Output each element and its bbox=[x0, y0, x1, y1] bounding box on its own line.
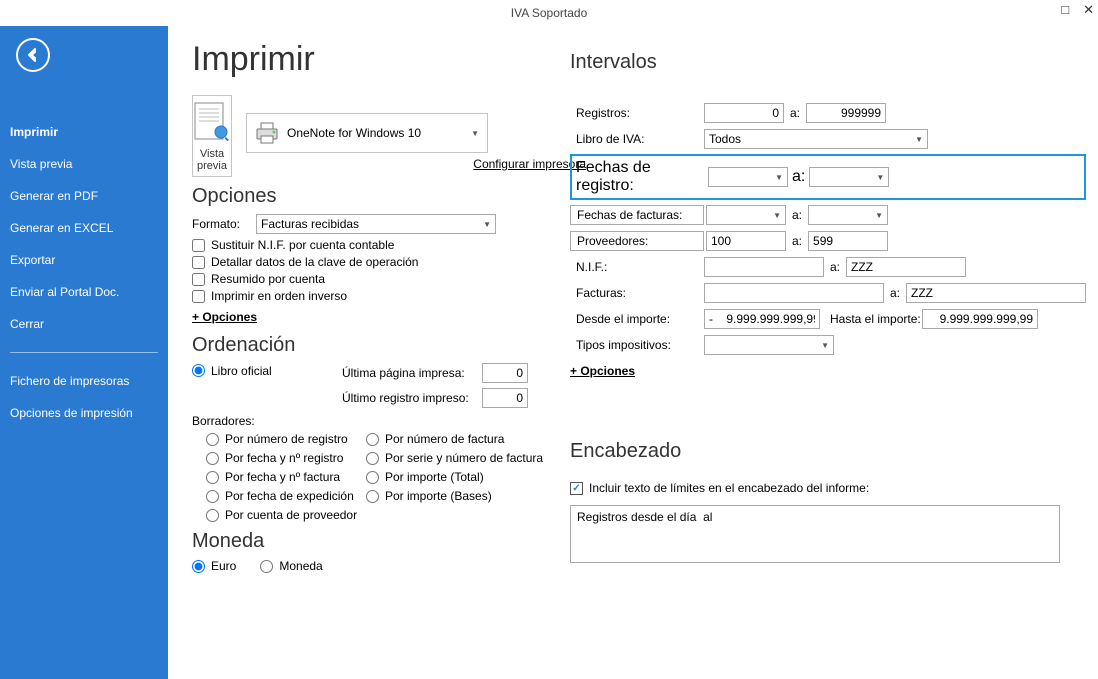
chevron-down-icon: ▼ bbox=[915, 135, 923, 144]
close-icon[interactable]: ✕ bbox=[1083, 2, 1094, 18]
checkmark-icon: ✓ bbox=[570, 482, 583, 495]
tipos-impositivos-label: Tipos impositivos: bbox=[570, 336, 704, 354]
proveedores-label: Proveedores: bbox=[570, 231, 704, 251]
fechas-reg-to[interactable]: ▼ bbox=[809, 167, 889, 187]
ultimo-registro-input[interactable] bbox=[482, 388, 528, 408]
nif-from-input[interactable] bbox=[704, 257, 824, 277]
sidebar-item-opciones-imp[interactable]: Opciones de impresión bbox=[0, 397, 168, 429]
facturas-from-input[interactable] bbox=[704, 283, 884, 303]
radio-fecha-factura[interactable]: Por fecha y nº factura bbox=[206, 470, 366, 484]
hasta-importe-input[interactable] bbox=[922, 309, 1038, 329]
window-title: IVA Soportado bbox=[511, 6, 588, 20]
encabezado-heading: Encabezado bbox=[570, 440, 1086, 463]
chevron-down-icon: ▼ bbox=[483, 220, 491, 229]
cb-detallar[interactable]: Detallar datos de la clave de operación bbox=[192, 255, 540, 269]
vista-previa-button[interactable]: Vista previa bbox=[192, 95, 232, 177]
facturas-label: Facturas: bbox=[570, 284, 704, 302]
titlebar: IVA Soportado □ ✕ bbox=[0, 0, 1098, 26]
back-button[interactable] bbox=[16, 38, 50, 72]
printer-select[interactable]: OneNote for Windows 10 ▼ bbox=[246, 113, 488, 153]
radio-libro-oficial[interactable]: Libro oficial bbox=[192, 364, 342, 378]
proveedores-from-input[interactable] bbox=[706, 231, 786, 251]
radio-fecha-registro[interactable]: Por fecha y nº registro bbox=[206, 451, 366, 465]
moneda-heading: Moneda bbox=[192, 530, 540, 553]
radio-serie-factura[interactable]: Por serie y número de factura bbox=[366, 451, 546, 465]
nif-label: N.I.F.: bbox=[570, 258, 704, 276]
desde-importe-label: Desde el importe: bbox=[570, 310, 704, 328]
radio-importe-bases[interactable]: Por importe (Bases) bbox=[366, 489, 546, 503]
sidebar-item-cerrar[interactable]: Cerrar bbox=[0, 308, 168, 340]
hasta-importe-label: Hasta el importe: bbox=[830, 312, 922, 326]
intervalos-more-link[interactable]: + Opciones bbox=[570, 364, 635, 378]
sidebar-item-vista-previa[interactable]: Vista previa bbox=[0, 148, 168, 180]
ultima-pagina-label: Última página impresa: bbox=[342, 366, 482, 380]
document-preview-icon bbox=[193, 102, 231, 144]
sidebar-item-pdf[interactable]: Generar en PDF bbox=[0, 180, 168, 212]
radio-moneda[interactable]: Moneda bbox=[260, 559, 322, 573]
registros-from-input[interactable] bbox=[704, 103, 784, 123]
radio-fecha-expedicion[interactable]: Por fecha de expedición bbox=[206, 489, 366, 503]
fechas-reg-from[interactable]: ▼ bbox=[708, 167, 788, 187]
radio-num-factura[interactable]: Por número de factura bbox=[366, 432, 546, 446]
encabezado-textarea[interactable] bbox=[570, 505, 1060, 563]
ordenacion-heading: Ordenación bbox=[192, 334, 540, 357]
intervalos-heading: Intervalos bbox=[570, 51, 1086, 74]
ultimo-registro-label: Último registro impreso: bbox=[342, 391, 482, 405]
chevron-down-icon: ▼ bbox=[876, 173, 884, 182]
chevron-down-icon: ▼ bbox=[775, 173, 783, 182]
printer-icon bbox=[255, 122, 279, 144]
fechas-fac-to[interactable]: ▼ bbox=[808, 205, 888, 225]
libro-iva-select[interactable]: Todos▼ bbox=[704, 129, 928, 149]
chevron-down-icon: ▼ bbox=[471, 129, 479, 138]
sidebar-item-excel[interactable]: Generar en EXCEL bbox=[0, 212, 168, 244]
radio-euro[interactable]: Euro bbox=[192, 559, 236, 573]
fechas-fac-from[interactable]: ▼ bbox=[706, 205, 786, 225]
registros-label: Registros: bbox=[570, 104, 704, 122]
fechas-registro-label: Fechas de registro: bbox=[576, 159, 704, 195]
chevron-down-icon: ▼ bbox=[821, 341, 829, 350]
borradores-label: Borradores: bbox=[192, 414, 540, 428]
radio-importe-total[interactable]: Por importe (Total) bbox=[366, 470, 546, 484]
desde-importe-input[interactable] bbox=[704, 309, 820, 329]
cb-resumido[interactable]: Resumido por cuenta bbox=[192, 272, 540, 286]
sidebar-item-portal[interactable]: Enviar al Portal Doc. bbox=[0, 276, 168, 308]
radio-cuenta-proveedor[interactable]: Por cuenta de proveedor bbox=[206, 508, 366, 522]
nif-to-input[interactable] bbox=[846, 257, 966, 277]
proveedores-to-input[interactable] bbox=[808, 231, 888, 251]
libro-iva-label: Libro de IVA: bbox=[570, 130, 704, 148]
ultima-pagina-input[interactable] bbox=[482, 363, 528, 383]
configurar-impresora-link[interactable]: Configurar impresora bbox=[246, 157, 586, 171]
sidebar: Imprimir Vista previa Generar en PDF Gen… bbox=[0, 26, 168, 679]
opciones-heading: Opciones bbox=[192, 185, 540, 208]
sidebar-item-exportar[interactable]: Exportar bbox=[0, 244, 168, 276]
facturas-to-input[interactable] bbox=[906, 283, 1086, 303]
maximize-icon[interactable]: □ bbox=[1061, 2, 1069, 18]
sidebar-item-imprimir[interactable]: Imprimir bbox=[0, 116, 168, 148]
fechas-facturas-label: Fechas de facturas: bbox=[570, 205, 704, 225]
fechas-registro-highlight: Fechas de registro: ▼ a: ▼ bbox=[570, 154, 1086, 200]
tipos-impositivos-select[interactable]: ▼ bbox=[704, 335, 834, 355]
chevron-down-icon: ▼ bbox=[875, 211, 883, 220]
registros-to-input[interactable] bbox=[806, 103, 886, 123]
formato-select[interactable]: Facturas recibidas▼ bbox=[256, 214, 496, 234]
cb-incluir-texto[interactable]: ✓ Incluir texto de límites en el encabez… bbox=[570, 481, 1086, 495]
chevron-down-icon: ▼ bbox=[773, 211, 781, 220]
radio-num-registro[interactable]: Por número de registro bbox=[206, 432, 366, 446]
formato-label: Formato: bbox=[192, 217, 256, 231]
sidebar-item-fichero[interactable]: Fichero de impresoras bbox=[0, 365, 168, 397]
cb-sustituir-nif[interactable]: Sustituir N.I.F. por cuenta contable bbox=[192, 238, 540, 252]
cb-orden-inverso[interactable]: Imprimir en orden inverso bbox=[192, 289, 540, 303]
opciones-more-link[interactable]: + Opciones bbox=[192, 310, 257, 324]
